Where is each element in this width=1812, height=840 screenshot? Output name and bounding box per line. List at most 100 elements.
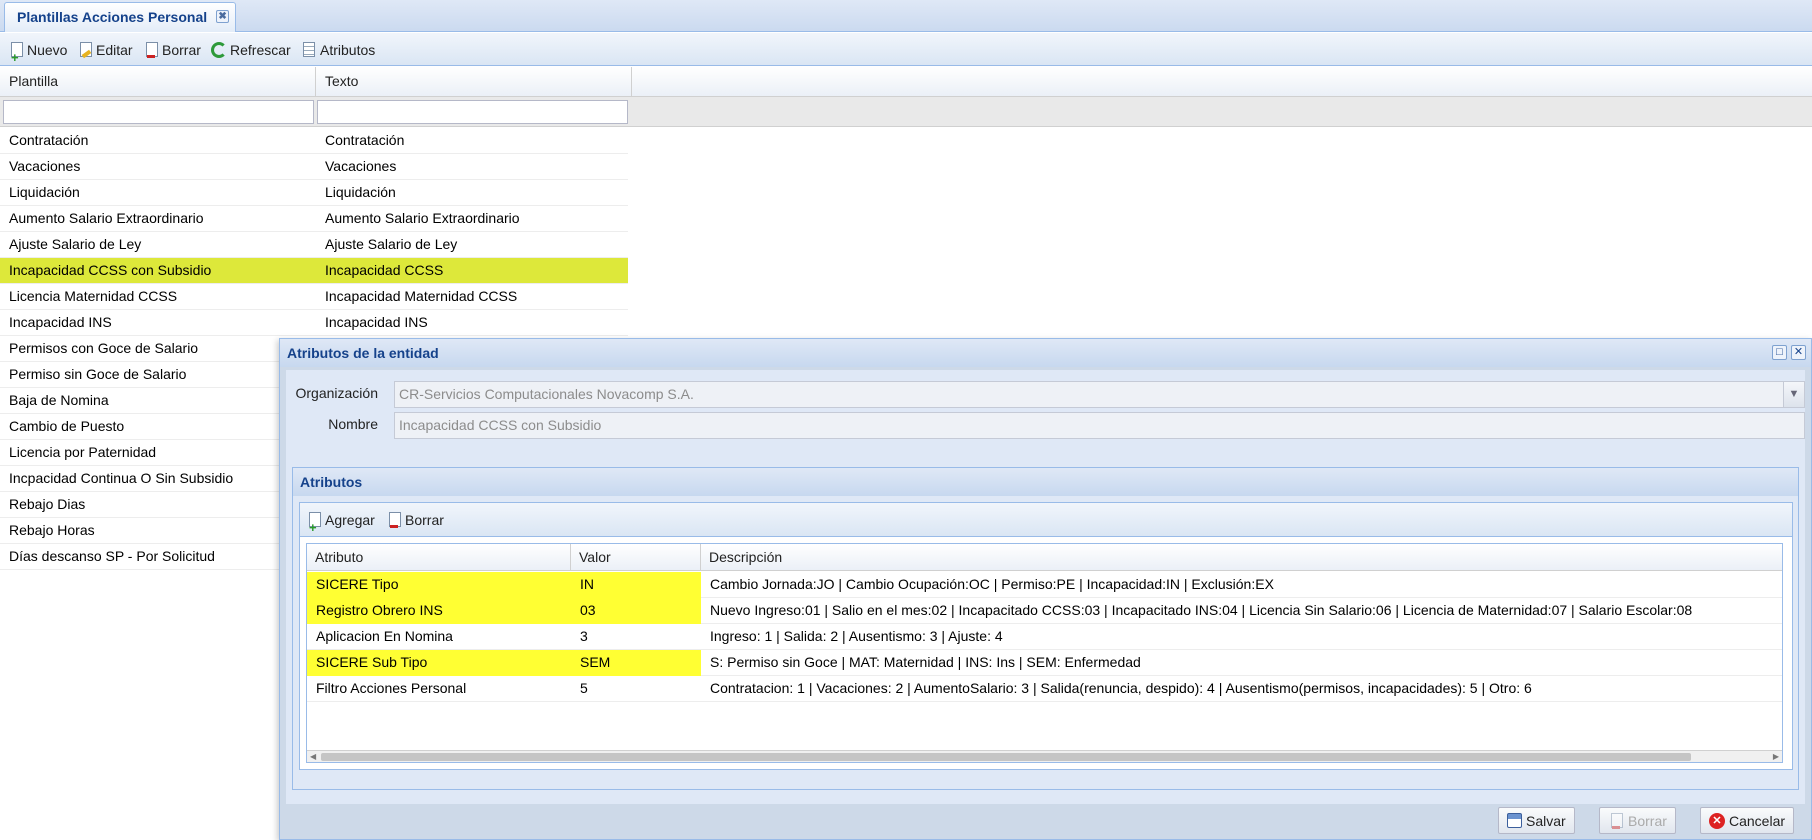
cell-texto: Incapacidad Maternidad CCSS <box>325 288 518 304</box>
delete-document-icon <box>143 41 159 59</box>
grid-header: Plantilla Texto <box>0 67 1812 97</box>
table-row[interactable]: Contratación Contratación <box>0 128 628 154</box>
window-body: Organización CR-Servicios Computacionale… <box>286 370 1805 804</box>
cell-texto: Contratación <box>325 132 405 148</box>
delete-document-icon <box>386 511 402 529</box>
close-icon[interactable]: ✕ <box>1791 345 1806 360</box>
cell-atributo: Filtro Acciones Personal <box>316 680 467 696</box>
borrar-button[interactable]: Borrar <box>143 39 201 61</box>
nuevo-button[interactable]: Nuevo <box>8 39 68 65</box>
table-row[interactable]: Liquidación Liquidación <box>0 180 628 206</box>
cell-descripcion: Ingreso: 1 | Salida: 2 | Ausentismo: 3 |… <box>710 628 1003 644</box>
delete-document-icon <box>1608 812 1624 830</box>
salvar-button[interactable]: Salvar <box>1498 807 1575 834</box>
window-footer: Salvar Borrar ✕ Cancelar <box>280 805 1811 839</box>
table-row[interactable]: Incapacidad INS Incapacidad INS <box>0 310 628 336</box>
table-row[interactable]: Licencia Maternidad CCSS Incapacidad Mate… <box>0 284 628 310</box>
atributos-grid-panel: Agregar Borrar Atributo Valor Descripció… <box>299 502 1793 770</box>
cell-texto: Incapacidad INS <box>325 314 428 330</box>
organizacion-label: Organización <box>295 385 379 401</box>
cell-descripcion: Contratacion: 1 | Vacaciones: 2 | Aument… <box>710 680 1532 696</box>
window-title: Atributos de la entidad <box>280 339 1811 367</box>
column-header-valor[interactable]: Valor <box>571 544 701 571</box>
agregar-button[interactable]: Agregar <box>306 509 375 535</box>
attributes-icon <box>301 41 317 59</box>
cell-plantilla: Permisos con Goce de Salario <box>9 340 199 356</box>
tab-plantillas[interactable]: Plantillas Acciones Personal ✖ <box>4 2 237 32</box>
cell-valor: IN <box>571 572 701 598</box>
cell-plantilla: Rebajo Horas <box>9 522 95 538</box>
borrar-window-button[interactable]: Borrar <box>1599 807 1676 834</box>
cell-plantilla: Incapacidad INS <box>9 314 112 330</box>
cell-texto: Vacaciones <box>325 158 397 174</box>
scrollbar-thumb[interactable] <box>321 753 1691 761</box>
cell-descripcion: S: Permiso sin Goce | MAT: Maternidad | … <box>710 654 1141 670</box>
chevron-down-icon[interactable]: ▼ <box>1783 382 1804 407</box>
scroll-left-icon[interactable]: ◀ <box>310 751 316 762</box>
close-icon[interactable]: ✖ <box>216 10 230 23</box>
save-icon <box>1507 813 1522 828</box>
editar-button[interactable]: Editar <box>77 39 133 61</box>
borrar-atributo-button[interactable]: Borrar <box>386 509 444 531</box>
cell-plantilla: Rebajo Dias <box>9 496 86 512</box>
cell-plantilla: Aumento Salario Extraordinario <box>9 210 204 226</box>
table-row[interactable]: Aumento Salario Extraordinario Aumento Sa… <box>0 206 628 232</box>
cell-valor: 5 <box>580 680 588 696</box>
panel-title: Atributos <box>293 468 1798 496</box>
cell-descripcion: Nuevo Ingreso:01 | Salio en el mes:02 | … <box>710 602 1693 618</box>
nombre-label: Nombre <box>328 416 378 432</box>
column-header-descripcion[interactable]: Descripción <box>701 544 1782 571</box>
table-row[interactable]: Aplicacion En Nomina 3 Ingreso: 1 | Salida… <box>307 624 1782 650</box>
cell-plantilla: Baja de Nomina <box>9 392 109 408</box>
table-row[interactable]: Filtro Acciones Personal 5 Contratacion: 1… <box>307 676 1782 702</box>
maximize-icon[interactable]: □ <box>1772 345 1787 360</box>
refresh-icon <box>211 41 227 59</box>
table-row[interactable]: Incapacidad CCSS con Subsidio Incapacidad… <box>0 258 628 284</box>
cell-texto: Ajuste Salario de Ley <box>325 236 458 252</box>
cell-descripcion: Cambio Jornada:JO | Cambio Ocupación:OC … <box>710 576 1274 592</box>
scroll-right-icon[interactable]: ▶ <box>1773 751 1779 762</box>
cell-texto: Aumento Salario Extraordinario <box>325 210 520 226</box>
cell-atributo: Aplicacion En Nomina <box>316 628 453 644</box>
cell-plantilla: Incapacidad CCSS con Subsidio <box>9 262 212 278</box>
filter-row <box>0 97 1812 127</box>
borrar-label: Borrar <box>162 42 201 58</box>
toolbar: Nuevo Editar Borrar Refrescar Atributos <box>0 33 1812 66</box>
table-row[interactable]: SICERE Sub Tipo SEM S: Permiso sin Goce | … <box>307 650 1782 676</box>
cell-texto: Liquidación <box>325 184 396 200</box>
cell-plantilla: Licencia Maternidad CCSS <box>9 288 178 304</box>
nombre-value: Incapacidad CCSS con Subsidio <box>399 417 602 433</box>
column-header-atributo[interactable]: Atributo <box>307 544 571 571</box>
atributos-panel: Atributos Agregar Borrar Atributo Val <box>292 467 1799 790</box>
new-document-icon <box>306 511 322 535</box>
organizacion-combo[interactable]: CR-Servicios Computacionales Novacomp S.… <box>394 381 1805 408</box>
filter-plantilla-input[interactable] <box>3 100 314 124</box>
borrar-atributo-label: Borrar <box>405 512 444 528</box>
cell-valor: 3 <box>580 628 588 644</box>
cancel-icon: ✕ <box>1709 812 1725 829</box>
nuevo-label: Nuevo <box>27 42 68 58</box>
table-row[interactable]: Ajuste Salario de Ley Ajuste Salario de L… <box>0 232 628 258</box>
table-row[interactable]: Registro Obrero INS 03 Nuevo Ingreso:01 | … <box>307 598 1782 624</box>
nombre-field[interactable]: Incapacidad CCSS con Subsidio <box>394 412 1805 439</box>
column-header-texto[interactable]: Texto <box>316 67 632 97</box>
cell-plantilla: Permiso sin Goce de Salario <box>9 366 187 382</box>
filter-texto-input[interactable] <box>317 100 628 124</box>
cell-plantilla: Licencia por Paternidad <box>9 444 157 460</box>
cell-valor: 03 <box>571 598 701 624</box>
cancelar-label: Cancelar <box>1729 812 1786 829</box>
horizontal-scrollbar[interactable]: ◀ ▶ <box>307 750 1782 762</box>
atributos-grid: Atributo Valor Descripción SICERE Tipo IN… <box>306 543 1783 763</box>
refrescar-button[interactable]: Refrescar <box>211 39 291 61</box>
column-header-plantilla[interactable]: Plantilla <box>0 67 316 97</box>
new-document-icon <box>8 41 24 65</box>
atributos-grid-header: Atributo Valor Descripción <box>307 544 1782 571</box>
cell-plantilla: Liquidación <box>9 184 80 200</box>
cell-plantilla: Incpacidad Continua O Sin Subsidio <box>9 470 234 486</box>
cancelar-button[interactable]: ✕ Cancelar <box>1700 807 1795 834</box>
salvar-label: Salvar <box>1526 812 1566 829</box>
cell-plantilla: Días descanso SP - Por Solicitud <box>9 548 215 564</box>
table-row[interactable]: Vacaciones Vacaciones <box>0 154 628 180</box>
table-row[interactable]: SICERE Tipo IN Cambio Jornada:JO | Cambio … <box>307 572 1782 598</box>
atributos-button[interactable]: Atributos <box>301 39 375 61</box>
